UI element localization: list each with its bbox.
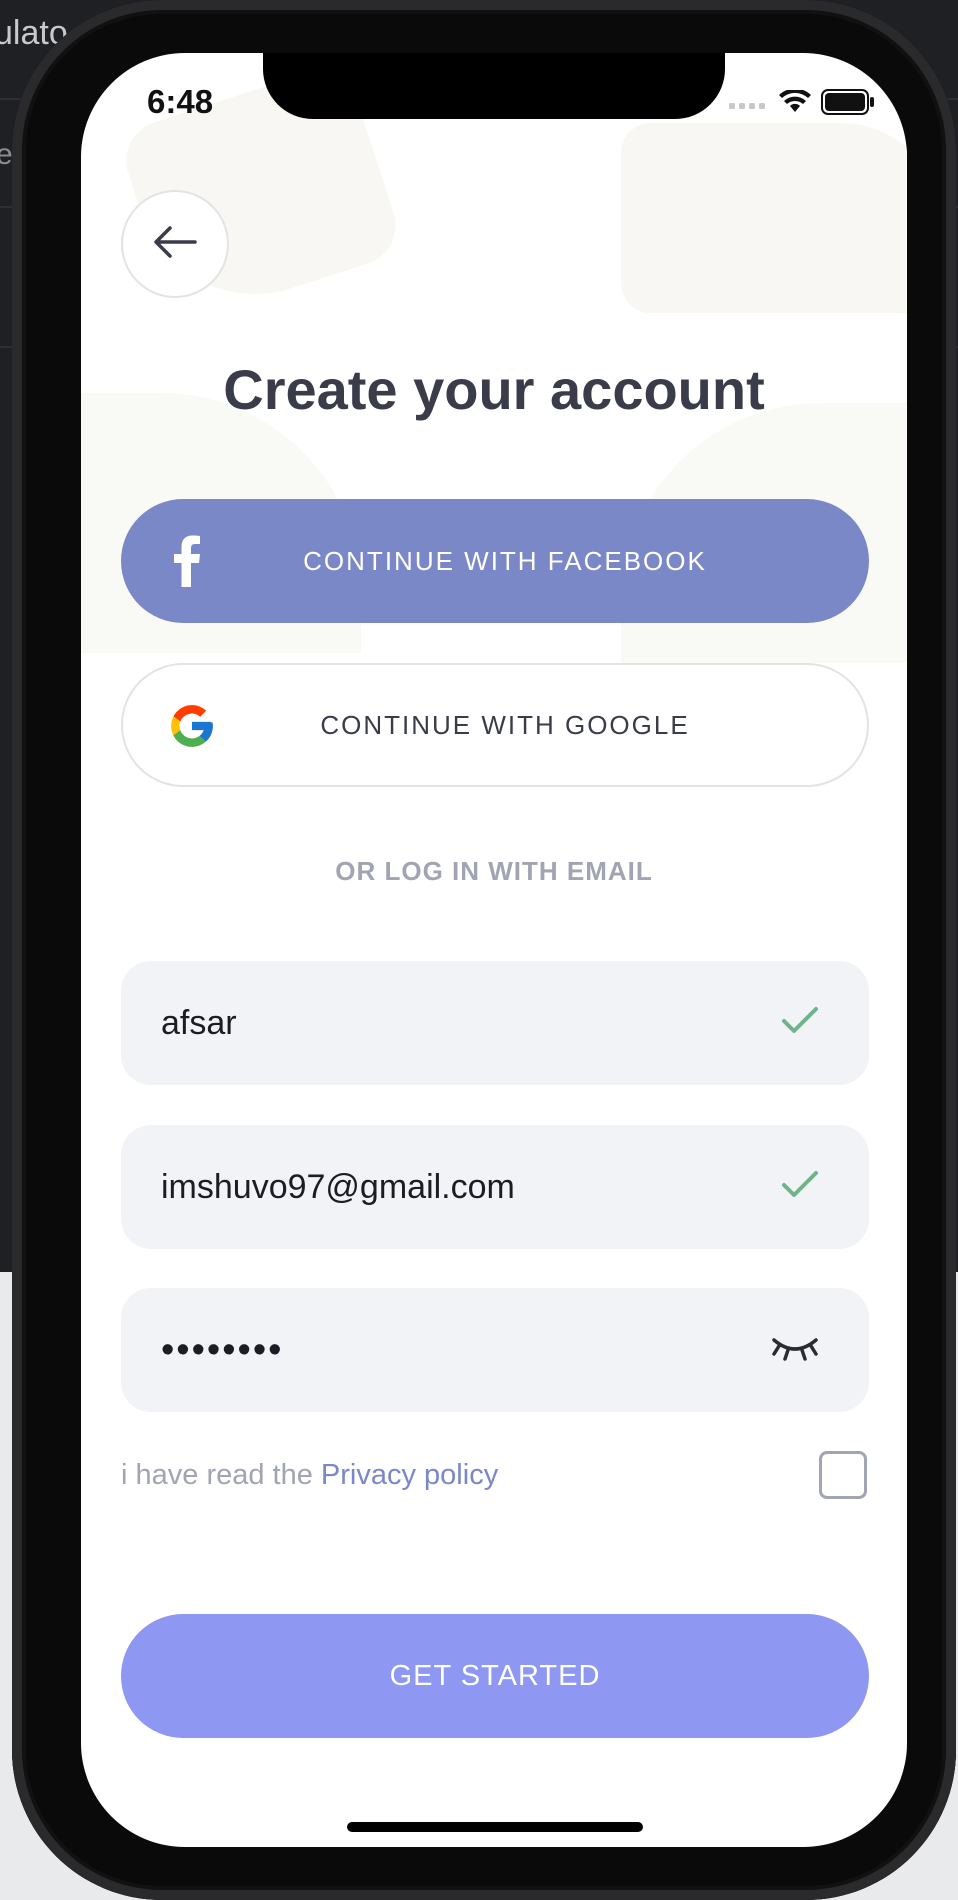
home-indicator [347,1822,643,1832]
email-field-value: imshuvo97@gmail.com [161,1167,515,1206]
phone-frame: 6:48 Create your account CONTINUE WITH F… [12,0,956,1900]
arrow-left-icon [153,225,197,264]
password-field[interactable]: •••••••• [121,1288,869,1412]
eye-closed-icon[interactable] [771,1334,819,1367]
device-notch [263,53,725,119]
check-icon [781,1169,819,1204]
cellular-signal-icon [729,96,769,114]
privacy-text: i have read the [121,1459,321,1491]
continue-with-google-button[interactable]: CONTINUE WITH GOOGLE [121,663,869,787]
continue-with-facebook-button[interactable]: CONTINUE WITH FACEBOOK [121,499,869,623]
privacy-checkbox[interactable] [819,1451,867,1499]
app-screen: 6:48 Create your account CONTINUE WITH F… [81,53,907,1847]
google-button-label: CONTINUE WITH GOOGLE [320,709,690,740]
name-field[interactable]: afsar [121,961,869,1085]
background-shape [621,123,907,313]
page-title: Create your account [223,358,765,421]
facebook-button-label: CONTINUE WITH FACEBOOK [303,545,707,576]
status-icons [729,88,875,120]
email-divider-label: OR LOG IN WITH EMAIL [335,856,653,886]
back-button[interactable] [121,190,229,298]
get-started-button[interactable]: GET STARTED [121,1614,869,1738]
name-field-value: afsar [161,1003,237,1042]
battery-icon [821,89,875,120]
password-field-value: •••••••• [161,1328,284,1371]
privacy-policy-link[interactable]: Privacy policy [321,1459,498,1491]
privacy-consent-text: i have read the Privacy policy [121,1459,498,1492]
wifi-icon [779,88,811,119]
email-field[interactable]: imshuvo97@gmail.com [121,1125,869,1249]
simulator-label: e [0,138,13,171]
check-icon [781,1005,819,1040]
status-time: 6:48 [147,83,214,120]
